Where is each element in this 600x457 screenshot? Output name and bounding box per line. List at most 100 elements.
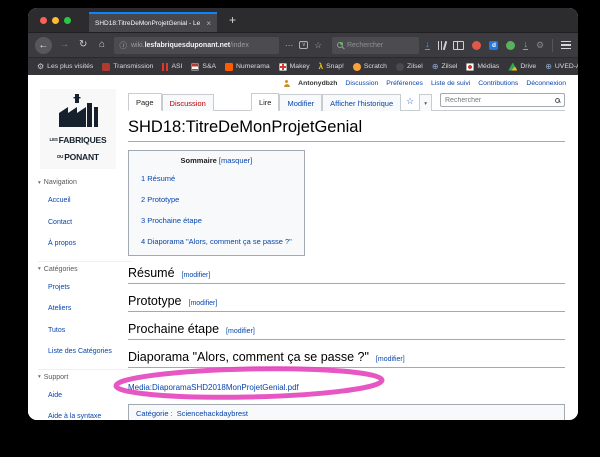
pdf-media-link[interactable]: Media:DiaporamaSHD2018MonProjetGenial.pd… xyxy=(128,383,299,392)
collapse-arrow-icon[interactable]: ▾ xyxy=(38,266,41,272)
cross-icon xyxy=(279,63,287,71)
sidebar-item-projets[interactable]: Projets xyxy=(48,284,70,291)
collapse-arrow-icon[interactable]: ▾ xyxy=(38,374,41,380)
bookmark-label: Zilsel xyxy=(407,63,423,70)
portal-title-text: Navigation xyxy=(44,179,77,186)
sidebar-item-accueil[interactable]: Accueil xyxy=(48,197,71,204)
sidebar-item-liste-categories[interactable]: Liste des Catégories xyxy=(48,348,112,355)
menu-icon[interactable] xyxy=(561,41,571,49)
bookmark-asi[interactable]: ASI xyxy=(162,63,182,71)
back-icon[interactable]: ← xyxy=(35,37,52,54)
sidebar-item-tutos[interactable]: Tutos xyxy=(48,327,65,334)
zoom-window-button[interactable] xyxy=(64,17,71,24)
toc-item-prochaine-etape[interactable]: 3 Prochaine étape xyxy=(141,216,202,225)
bookmark-numerama[interactable]: Numerama xyxy=(225,63,270,71)
home-icon[interactable]: ⌂ xyxy=(96,40,109,50)
bookmark-drive[interactable]: Drive xyxy=(508,63,536,71)
sidebar-item-aide[interactable]: Aide xyxy=(48,392,62,399)
extension-d-icon[interactable]: d xyxy=(489,41,498,50)
url-prefix: wiki. xyxy=(131,42,145,49)
more-actions-caret-icon[interactable]: ▾ xyxy=(419,94,432,111)
browser-tab[interactable]: SHD18:TitreDeMonProjetGenial - Le × xyxy=(89,12,217,32)
url-path: /index xyxy=(230,42,249,49)
logo-ponant: PONANT xyxy=(64,152,99,162)
toc-item-prototype[interactable]: 2 Prototype xyxy=(141,195,179,204)
user-talk-link[interactable]: Discussion xyxy=(345,80,378,87)
new-tab-button[interactable]: + xyxy=(229,14,236,26)
extension-green-icon[interactable] xyxy=(506,41,515,50)
tab-page[interactable]: Page xyxy=(128,93,162,111)
url-bar[interactable]: ⓘ wiki.lesfabriquesduponant.net/index xyxy=(114,37,278,54)
bookmark-medias[interactable]: Médias xyxy=(466,63,499,71)
reload-icon[interactable]: ↻ xyxy=(77,40,90,50)
page-views-tabs: Page Discussion Lire Modifier Afficher l… xyxy=(128,92,565,111)
toc-item-resume[interactable]: 1 Résumé xyxy=(141,174,175,183)
wiki-search-input[interactable] xyxy=(445,97,555,104)
logo-les: LES xyxy=(50,137,58,142)
edit-section-link[interactable]: [modifier] xyxy=(376,356,405,363)
bookmark-scratch[interactable]: Scratch xyxy=(353,63,387,71)
sidebar-item-ateliers[interactable]: Ateliers xyxy=(48,305,71,312)
logout-link[interactable]: Déconnexion xyxy=(526,80,566,87)
browser-search-field[interactable]: Rechercher xyxy=(332,37,419,54)
contributions-link[interactable]: Contributions xyxy=(478,80,518,87)
bookmark-uved[interactable]: ⊕UVED-APDGO xyxy=(545,63,578,71)
sidebar-item-aide-syntaxe[interactable]: Aide à la syntaxe xyxy=(48,413,101,420)
category-value-link[interactable]: Sciencehackdaybrest xyxy=(177,409,248,418)
bookmark-sa[interactable]: S&A xyxy=(191,63,216,71)
user-icon xyxy=(283,80,290,87)
sidebar-item-a-propos[interactable]: À propos xyxy=(48,240,76,247)
lambda-icon: λ xyxy=(319,63,323,71)
downloads-icon[interactable]: ↓ xyxy=(425,40,430,51)
library-icon[interactable] xyxy=(438,41,446,50)
search-icon[interactable] xyxy=(555,98,560,103)
extension-red-icon[interactable] xyxy=(472,41,481,50)
bookmark-transmission[interactable]: Transmission xyxy=(102,63,153,71)
watchlist-link[interactable]: Liste de suivi xyxy=(431,80,470,87)
tab-discussion[interactable]: Discussion xyxy=(162,94,214,111)
portal-title: ▾Navigation xyxy=(38,179,132,186)
preferences-link[interactable]: Préférences xyxy=(386,80,423,87)
edit-section-link[interactable]: [modifier] xyxy=(189,300,218,307)
drive-icon xyxy=(508,63,517,71)
user-page-link[interactable]: Antonydbzh xyxy=(298,80,337,87)
close-window-button[interactable] xyxy=(40,17,47,24)
bookmark-les-plus-visites[interactable]: ⚙Les plus visités xyxy=(37,63,93,71)
tab-historique[interactable]: Afficher l'historique xyxy=(322,94,401,111)
forward-icon[interactable]: → xyxy=(58,40,71,50)
page-title: SHD18:TitreDeMonProjetGenial xyxy=(128,118,565,142)
gear-icon[interactable]: ⚙ xyxy=(536,41,544,50)
tab-modifier[interactable]: Modifier xyxy=(279,94,322,111)
tab-lire[interactable]: Lire xyxy=(251,93,280,111)
url-text: wiki.lesfabriquesduponant.net/index xyxy=(131,42,249,49)
bookmark-zilsel-site[interactable]: ⊕Zilsel xyxy=(432,63,458,71)
bookmark-zilsel-feed[interactable]: Zilsel xyxy=(396,63,423,71)
logo-fabriques: FABRIQUES xyxy=(59,135,107,145)
bookmark-label: Numerama xyxy=(236,63,270,70)
traffic-lights xyxy=(28,8,83,32)
bookmark-makey[interactable]: Makey xyxy=(279,63,310,71)
toc-item-diaporama[interactable]: 4 Diaporama "Alors, comment ça se passe … xyxy=(141,237,292,246)
bookmark-label: Transmission xyxy=(113,63,153,70)
bookmark-snap[interactable]: λSnap! xyxy=(319,63,344,71)
bookmark-star-icon[interactable]: ☆ xyxy=(314,41,322,50)
tab-close-icon[interactable]: × xyxy=(206,19,211,28)
site-logo[interactable]: LESFABRIQUES DUPONANT xyxy=(40,89,116,169)
toc-hide-link[interactable]: [masquer] xyxy=(219,156,252,165)
sidebar-toggle-icon[interactable] xyxy=(453,41,464,50)
collapse-arrow-icon[interactable]: ▾ xyxy=(38,180,41,186)
url-fade xyxy=(265,37,279,54)
pocket-icon[interactable]: ∨ xyxy=(299,41,308,49)
sidebar-item-contact[interactable]: Contact xyxy=(48,219,72,226)
bookmark-label: Drive xyxy=(520,63,536,70)
category-label-link[interactable]: Catégorie : xyxy=(136,409,173,418)
edit-section-link[interactable]: [modifier] xyxy=(226,328,255,335)
download-gray-icon[interactable]: ↓ xyxy=(523,40,528,51)
wiki-search-box[interactable] xyxy=(440,93,565,107)
minimize-window-button[interactable] xyxy=(52,17,59,24)
watch-star-icon[interactable]: ☆ xyxy=(401,96,419,110)
edit-section-link[interactable]: [modifier] xyxy=(182,272,211,279)
site-info-icon[interactable]: ⓘ xyxy=(119,40,127,51)
page-actions-icon[interactable]: ⋯ xyxy=(285,41,294,50)
gear-icon: ⚙ xyxy=(37,63,44,71)
